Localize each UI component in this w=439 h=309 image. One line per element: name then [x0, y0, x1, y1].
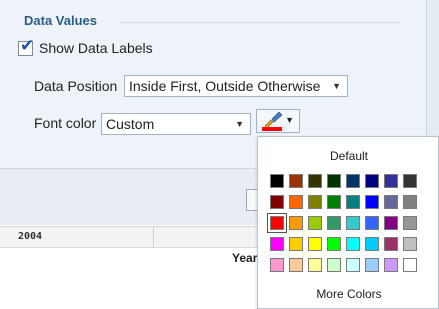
color-swatch[interactable] — [327, 216, 341, 230]
show-data-labels-checkbox[interactable]: ✔ — [18, 37, 34, 56]
font-color-select[interactable]: Custom ▼ — [101, 113, 251, 135]
color-swatch[interactable] — [403, 258, 417, 272]
more-colors-option[interactable]: More Colors — [258, 287, 439, 301]
color-swatch[interactable] — [289, 216, 303, 230]
show-data-labels-row[interactable]: ✔ Show Data Labels — [18, 37, 153, 56]
data-values-settings: Data Values ✔ Show Data Labels Data Posi… — [0, 0, 439, 309]
data-position-value: Inside First, Outside Otherwise — [129, 78, 321, 94]
color-swatch[interactable] — [327, 258, 341, 272]
color-swatch[interactable] — [327, 174, 341, 188]
color-swatch[interactable] — [365, 237, 379, 251]
color-swatch[interactable] — [289, 174, 303, 188]
paintbrush-icon — [264, 112, 283, 128]
color-swatch[interactable] — [384, 258, 398, 272]
color-swatch[interactable] — [403, 237, 417, 251]
table-cell-year: 2004 — [18, 231, 43, 242]
color-swatch[interactable] — [270, 195, 284, 209]
color-swatch[interactable] — [403, 174, 417, 188]
color-swatch[interactable] — [403, 216, 417, 230]
data-position-label: Data Position — [34, 78, 118, 94]
color-swatch[interactable] — [346, 258, 360, 272]
color-swatch[interactable] — [308, 195, 322, 209]
color-picker-popup: Default More Colors — [257, 136, 439, 309]
cell-divider — [153, 227, 154, 247]
color-swatch[interactable] — [346, 216, 360, 230]
color-swatch[interactable] — [346, 174, 360, 188]
font-color-value: Custom — [106, 116, 155, 132]
color-swatch[interactable] — [384, 216, 398, 230]
data-position-select[interactable]: Inside First, Outside Otherwise ▼ — [124, 75, 348, 97]
font-color-label: Font color — [34, 115, 97, 131]
color-swatch[interactable] — [289, 195, 303, 209]
color-swatch[interactable] — [346, 195, 360, 209]
color-swatch[interactable] — [270, 174, 284, 188]
color-swatch[interactable] — [270, 237, 284, 251]
color-swatch[interactable] — [270, 258, 284, 272]
checkmark-icon: ✔ — [20, 35, 35, 55]
color-swatch[interactable] — [327, 195, 341, 209]
font-color-picker-button[interactable]: ▼ — [256, 109, 300, 133]
color-swatch[interactable] — [267, 213, 287, 233]
dropdown-arrow-icon: ▼ — [235, 119, 244, 129]
color-swatch[interactable] — [346, 237, 360, 251]
color-swatch[interactable] — [289, 258, 303, 272]
color-swatch[interactable] — [308, 216, 322, 230]
color-swatch[interactable] — [384, 174, 398, 188]
color-swatch[interactable] — [365, 258, 379, 272]
column-header: Year — [232, 251, 258, 265]
color-swatch-grid — [267, 174, 417, 272]
section-title: Data Values — [24, 13, 97, 28]
default-color-option[interactable]: Default — [258, 149, 439, 163]
color-swatch[interactable] — [403, 195, 417, 209]
dropdown-arrow-icon: ▼ — [332, 81, 341, 91]
color-swatch[interactable] — [289, 237, 303, 251]
color-swatch[interactable] — [308, 174, 322, 188]
dropdown-arrow-icon: ▼ — [285, 115, 294, 125]
color-swatch[interactable] — [384, 237, 398, 251]
color-swatch[interactable] — [365, 195, 379, 209]
current-color-swatch — [262, 127, 282, 131]
color-swatch[interactable] — [308, 258, 322, 272]
section-divider — [120, 22, 400, 23]
color-swatch[interactable] — [327, 237, 341, 251]
color-swatch[interactable] — [384, 195, 398, 209]
show-data-labels-label: Show Data Labels — [39, 40, 153, 56]
color-swatch[interactable] — [365, 216, 379, 230]
color-swatch[interactable] — [308, 237, 322, 251]
color-swatch[interactable] — [365, 174, 379, 188]
